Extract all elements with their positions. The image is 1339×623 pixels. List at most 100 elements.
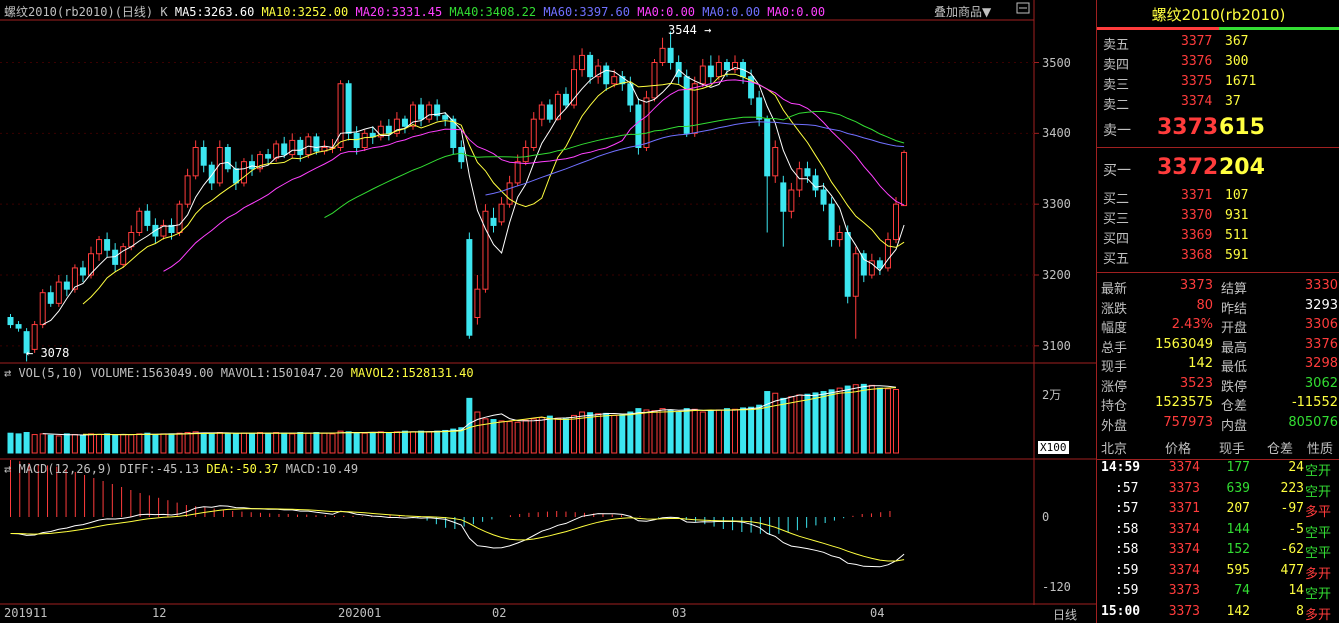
candle[interactable] [224,143,231,173]
tick-row[interactable]: 14:59 3374 177 24 空开 [1097,458,1339,479]
candle[interactable] [546,99,553,123]
tick-row[interactable]: :59 3373 74 14 空开 [1097,581,1339,602]
candle[interactable] [393,112,400,137]
tick-row[interactable]: :58 3374 144 -5 空平 [1097,520,1339,541]
candle[interactable] [756,90,763,127]
candle[interactable] [836,225,843,247]
candle[interactable] [265,148,272,166]
candle[interactable] [764,115,771,233]
candle[interactable] [458,140,465,169]
candle[interactable] [321,140,328,155]
candle[interactable] [740,58,747,84]
candle[interactable] [876,257,883,275]
candle[interactable] [852,246,859,339]
candle[interactable] [313,133,320,155]
candle[interactable] [554,90,561,121]
candle[interactable] [603,62,610,91]
candle[interactable] [901,150,908,207]
candle[interactable] [828,197,835,247]
candle[interactable] [595,58,602,84]
candle[interactable] [240,158,247,187]
candle[interactable] [120,243,127,268]
sell-level-3-row[interactable]: 卖三 3375 1671 [1097,74,1339,94]
candle[interactable] [667,31,674,70]
candle[interactable] [144,204,151,232]
candle[interactable] [79,260,86,283]
candle[interactable] [619,71,626,91]
candle[interactable] [522,140,529,166]
tick-row[interactable]: :57 3371 207 -97 多平 [1097,499,1339,520]
candle[interactable] [329,139,336,154]
buy-level-5-row[interactable]: 买五 3368 591 [1097,248,1339,268]
candle[interactable] [96,236,103,261]
candle[interactable] [232,161,239,190]
sell-level-4-row[interactable]: 卖四 3376 300 [1097,54,1339,74]
candle[interactable] [506,175,513,208]
candle[interactable] [562,87,569,109]
candle[interactable] [748,69,755,105]
candle[interactable] [257,151,264,173]
candle[interactable] [490,207,497,233]
candle[interactable] [385,119,392,141]
candle[interactable] [893,197,899,244]
candle[interactable] [732,55,738,74]
candle[interactable] [377,120,384,141]
candle[interactable] [15,321,22,332]
kline-chart-area[interactable]: 螺纹2010(rb2010)(日线) K MA5:3263.60 MA10:32… [0,0,1096,623]
candle[interactable] [337,80,344,152]
candle[interactable] [7,313,14,329]
candle[interactable] [788,182,795,219]
candle[interactable] [868,253,875,279]
candle[interactable] [772,140,779,183]
candle[interactable] [498,197,505,226]
sell1-row[interactable]: 卖一 3373 615 [1097,114,1339,144]
buy-level-4-row[interactable]: 买四 3369 511 [1097,228,1339,248]
volume-toggle-icon[interactable]: ⇄ [4,366,18,380]
candle[interactable] [434,99,441,121]
candle[interactable] [401,115,408,134]
candle[interactable] [804,161,811,183]
candle[interactable] [466,232,473,339]
candle[interactable] [55,275,62,307]
settings-icon[interactable] [1016,2,1030,14]
candle[interactable] [418,97,425,127]
candle[interactable] [104,232,111,258]
sell-level-2-row[interactable]: 卖二 3374 37 [1097,94,1339,114]
candle[interactable] [699,58,706,88]
chart-canvas[interactable] [0,0,1096,623]
macd-toggle-icon[interactable]: ⇄ [4,462,18,476]
candle[interactable] [707,55,714,84]
candle[interactable] [71,264,78,293]
candle[interactable] [643,90,650,152]
candle[interactable] [579,48,586,77]
candle[interactable] [659,37,666,67]
candle[interactable] [860,250,867,283]
candle[interactable] [47,285,54,307]
candle[interactable] [651,58,658,102]
buy-level-2-row[interactable]: 买二 3371 107 [1097,188,1339,208]
tick-row[interactable]: :57 3373 639 223 空开 [1097,479,1339,500]
candle[interactable] [426,101,433,123]
sell-level-5-row[interactable]: 卖五 3377 367 [1097,34,1339,54]
tick-row[interactable]: :59 3374 595 477 多开 [1097,561,1339,582]
candle[interactable] [812,168,819,198]
candle[interactable] [353,126,360,155]
candle[interactable] [514,154,521,187]
period-button[interactable]: 日线 [1036,606,1094,623]
candle[interactable] [844,225,851,304]
candle[interactable] [796,161,803,198]
candle[interactable] [192,140,199,180]
candle[interactable] [482,204,489,293]
tick-row[interactable]: :58 3374 152 -62 空平 [1097,540,1339,561]
buy1-row[interactable]: 买一 3372 204 [1097,154,1339,184]
candle[interactable] [184,168,191,208]
candle[interactable] [538,101,545,127]
candle[interactable] [780,175,787,247]
candle[interactable] [345,80,352,141]
candle[interactable] [530,112,537,152]
candle[interactable] [474,275,481,325]
candle[interactable] [249,154,255,176]
candle[interactable] [200,140,207,173]
candle[interactable] [39,289,46,329]
candle[interactable] [361,129,368,152]
